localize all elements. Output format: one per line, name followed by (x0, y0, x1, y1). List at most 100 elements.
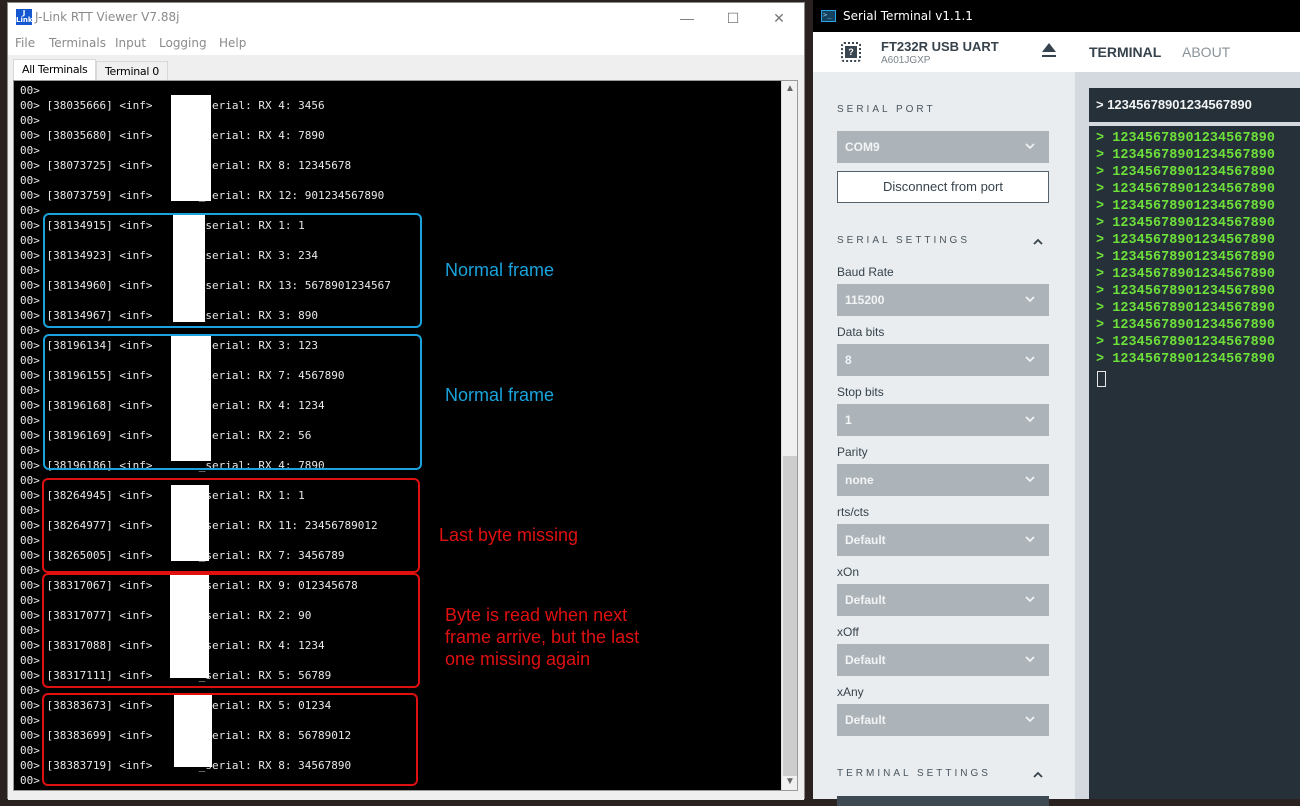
output-line: > 12345678901234567890 (1096, 216, 1275, 231)
output-line: > 12345678901234567890 (1096, 335, 1275, 350)
menu-terminals[interactable]: Terminals (49, 36, 106, 50)
port-select[interactable]: COM9 (837, 131, 1049, 163)
title-bar: >_ Serial Terminal v1.1.1 (813, 0, 1300, 32)
redaction-box (171, 95, 211, 201)
menu-bar: File Terminals Input Logging Help (8, 33, 804, 55)
label-baud-rate: Baud Rate (837, 265, 894, 279)
terminal-input-line[interactable]: > 12345678901234567890 (1089, 88, 1300, 122)
select-data-bits[interactable]: 8 (837, 344, 1049, 376)
select-xon[interactable]: Default (837, 584, 1049, 616)
tab-terminal-0[interactable]: Terminal 0 (96, 61, 168, 81)
settings-sidebar: SERIAL PORT COM9 Disconnect from port SE… (813, 72, 1075, 806)
menu-logging[interactable]: Logging (159, 36, 207, 50)
output-line: > 12345678901234567890 (1096, 250, 1275, 265)
section-title-serial-port: SERIAL PORT (837, 104, 936, 115)
chevron-down-icon (1025, 536, 1035, 543)
menu-file[interactable]: File (15, 36, 35, 50)
output-line: > 12345678901234567890 (1096, 284, 1275, 299)
menu-help[interactable]: Help (219, 36, 246, 50)
terminal-input-text: > 12345678901234567890 (1096, 97, 1252, 112)
label-stop-bits: Stop bits (837, 385, 884, 399)
terminal-settings-field[interactable] (837, 796, 1049, 806)
tab-all-terminals[interactable]: All Terminals (13, 59, 97, 81)
select-value: 8 (845, 353, 852, 367)
nav-terminal[interactable]: TERMINAL (1089, 44, 1161, 60)
section-title-terminal-settings: TERMINAL SETTINGS (837, 768, 991, 779)
jlink-app-icon: J Link (16, 9, 33, 25)
menu-input[interactable]: Input (115, 36, 146, 50)
title-bar: J Link J-Link RTT Viewer V7.88j — ☐ ✕ (8, 3, 804, 33)
label-xany: xAny (837, 685, 864, 699)
select-rts-cts[interactable]: Default (837, 524, 1049, 556)
jlink-rtt-viewer-window: J Link J-Link RTT Viewer V7.88j — ☐ ✕ Fil… (7, 2, 805, 800)
frame-highlight-red (42, 573, 420, 688)
select-stop-bits[interactable]: 1 (837, 404, 1049, 436)
frame-highlight-blue (43, 213, 422, 328)
terminal-app-icon: >_ (821, 10, 836, 22)
nav-about[interactable]: ABOUT (1182, 44, 1230, 60)
select-xoff[interactable]: Default (837, 644, 1049, 676)
chevron-down-icon (1025, 596, 1035, 603)
select-value: Default (845, 533, 886, 547)
collapse-terminal-settings-icon[interactable] (1032, 770, 1044, 778)
chevron-down-icon (1025, 656, 1035, 663)
output-line: > 12345678901234567890 (1096, 233, 1275, 248)
select-parity[interactable]: none (837, 464, 1049, 496)
label-data-bits: Data bits (837, 325, 885, 339)
minimize-button[interactable]: — (664, 3, 710, 33)
text-cursor (1097, 371, 1106, 387)
select-value: none (845, 473, 874, 487)
section-title-serial-settings: SERIAL SETTINGS (837, 235, 970, 246)
frame-highlight-red (42, 478, 420, 573)
terminal-area: > 12345678901234567890 > 123456789012345… (1075, 72, 1300, 799)
output-line: > 12345678901234567890 (1096, 301, 1275, 316)
device-serial-number: A601JGXP (881, 55, 931, 66)
chevron-down-icon (1025, 296, 1035, 303)
select-baud-rate[interactable]: 115200 (837, 284, 1049, 316)
close-button[interactable]: ✕ (756, 3, 802, 33)
device-name: FT232R USB UART (881, 39, 999, 54)
collapse-serial-settings-icon[interactable] (1032, 237, 1044, 245)
scroll-down-icon[interactable]: ▼ (782, 774, 797, 790)
output-line: > 12345678901234567890 (1096, 165, 1275, 180)
select-xany[interactable]: Default (837, 704, 1049, 736)
disconnect-button[interactable]: Disconnect from port (837, 171, 1049, 203)
eject-icon[interactable] (1041, 43, 1057, 59)
select-value: 115200 (845, 293, 885, 307)
window-title: Serial Terminal v1.1.1 (843, 9, 973, 23)
vertical-scrollbar[interactable]: ▲ ▼ (781, 81, 797, 790)
label-rts-cts: rts/cts (837, 505, 869, 519)
maximize-button[interactable]: ☐ (710, 3, 756, 33)
terminal-tabs-area: All Terminals Terminal 0 00> 00> [3803566… (8, 55, 804, 800)
output-line: > 12345678901234567890 (1096, 352, 1275, 367)
output-line: > 12345678901234567890 (1096, 148, 1275, 163)
label-parity: Parity (837, 445, 868, 459)
label-xoff: xOff (837, 625, 859, 639)
annotation-normal-frame: Normal frame (445, 385, 555, 405)
serial-terminal-window: >_ Serial Terminal v1.1.1 ? FT232R USB U… (813, 0, 1300, 806)
annotation-last-byte-missing: Last byte missing (439, 525, 579, 545)
terminal-output[interactable]: > 12345678901234567890 > 1234567890123456… (1089, 126, 1300, 799)
frame-highlight-blue (43, 334, 422, 470)
output-line: > 12345678901234567890 (1096, 318, 1275, 333)
scrollbar-thumb[interactable] (783, 456, 797, 776)
output-line: > 12345678901234567890 (1096, 182, 1275, 197)
chevron-down-icon (1025, 476, 1035, 483)
window-title: J-Link RTT Viewer V7.88j (35, 10, 180, 24)
annotation-normal-frame: Normal frame (445, 260, 555, 280)
label-xon: xOn (837, 565, 860, 579)
terminal-output[interactable]: 00> 00> [38035666] <inf> _serial: RX 4: 3… (13, 80, 798, 791)
chevron-down-icon (1025, 356, 1035, 363)
select-value: Default (845, 593, 886, 607)
output-line: > 12345678901234567890 (1096, 199, 1275, 214)
device-chip-icon: ? (841, 42, 861, 62)
chevron-down-icon (1025, 416, 1035, 423)
frame-highlight-red (42, 693, 418, 786)
select-value: Default (845, 653, 886, 667)
annotation-byte-read-next-frame: Byte is read when next frame arrive, but… (445, 605, 640, 669)
chevron-down-icon (1025, 143, 1035, 150)
app-header: ? FT232R USB UART A601JGXP TERMINAL ABOU… (813, 32, 1300, 72)
chevron-down-icon (1025, 716, 1035, 723)
port-select-value: COM9 (845, 140, 880, 154)
scroll-up-icon[interactable]: ▲ (782, 81, 797, 97)
